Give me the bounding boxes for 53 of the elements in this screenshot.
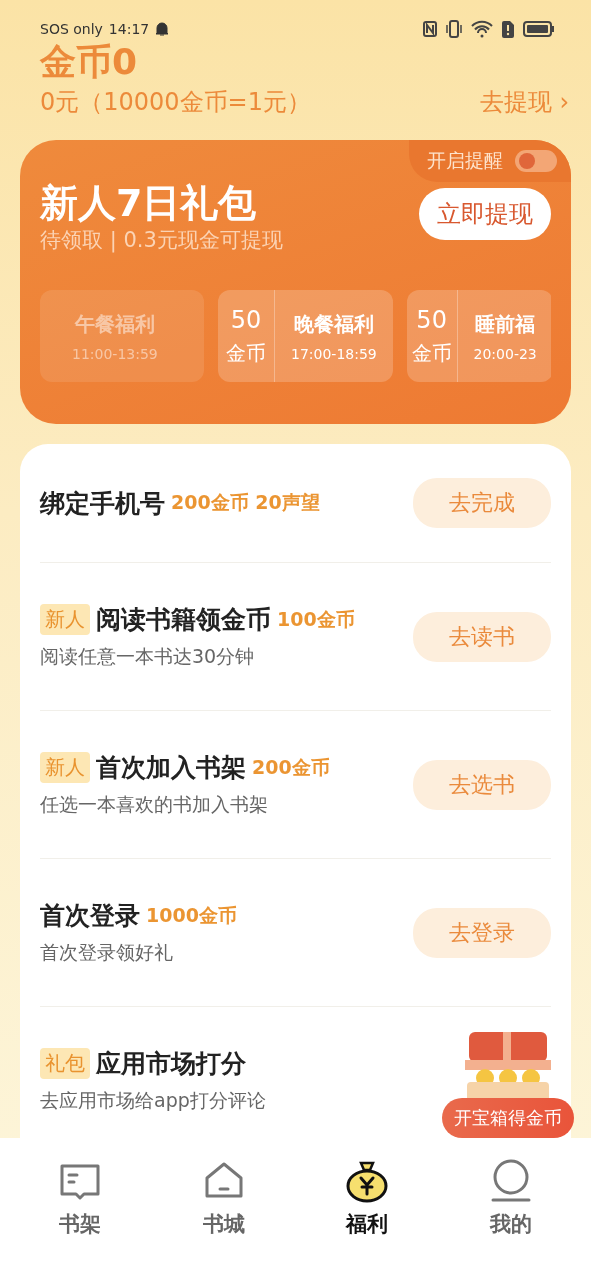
bell-icon — [155, 21, 170, 37]
task-title: 阅读书籍领金币 — [96, 604, 271, 636]
chest-badge[interactable]: 开宝箱得金币 — [442, 1098, 574, 1138]
reward-slot[interactable]: 50 金币 睡前福 20:00-23 — [406, 290, 551, 382]
clock: 14:17 — [108, 21, 150, 37]
nav-tab[interactable]: 我的 — [456, 1158, 567, 1238]
task-reward: 1000金币 — [146, 902, 237, 928]
slot-name: 午餐福利 — [74, 310, 155, 338]
task-tag: 礼包 — [40, 1048, 90, 1079]
coin-balance: 金币0 — [40, 40, 139, 84]
task-reward: 100金币 — [277, 606, 355, 632]
reminder-label: 开启提醒 — [427, 148, 503, 173]
sim-alert-icon — [501, 20, 515, 38]
task-reward: 200金币 — [252, 754, 330, 780]
task-button[interactable]: 去读书 — [413, 611, 551, 662]
reward-slot[interactable]: 50 金币 晚餐福利 17:00-18:59 — [218, 290, 393, 382]
slot-unit: 金币 — [226, 339, 266, 367]
task-button[interactable]: 去登录 — [413, 907, 551, 958]
wifi-icon — [471, 20, 493, 38]
task-button[interactable]: 去选书 — [413, 759, 551, 810]
vibrate-icon — [445, 20, 463, 38]
task-tag: 新人 — [40, 604, 90, 635]
gift-subtitle: 待领取 | 0.3元现金可提现 — [40, 227, 283, 254]
task-title: 首次加入书架 — [96, 752, 246, 784]
task-description: 去应用市场给app打分评论 — [40, 1088, 266, 1113]
task-description: 阅读任意一本书达30分钟 — [40, 644, 256, 669]
task-description: 任选一本喜欢的书加入书架 — [40, 792, 269, 817]
slot-time: 17:00-18:59 — [291, 345, 377, 362]
withdraw-link[interactable]: 去提现 › — [479, 86, 569, 118]
gift-title: 新人7日礼包 — [40, 180, 258, 226]
task-tag: 新人 — [40, 752, 90, 783]
nav-tab[interactable]: 福利 — [312, 1158, 423, 1238]
slot-amount: 50 — [416, 305, 447, 334]
battery-icon — [523, 20, 555, 38]
task-description: 首次登录领好礼 — [40, 940, 174, 965]
nfc-icon — [423, 21, 437, 37]
slot-unit: 金币 — [411, 339, 452, 367]
slot-name: 晚餐福利 — [293, 310, 374, 338]
carrier-text: SOS only — [40, 21, 103, 37]
task-title: 应用市场打分 — [96, 1048, 246, 1080]
slot-amount: 50 — [230, 305, 262, 334]
task-title: 绑定手机号 — [40, 487, 165, 520]
reminder-toggle[interactable] — [515, 150, 557, 172]
nav-tab[interactable]: 书城 — [168, 1158, 279, 1238]
slot-time: 20:00-23 — [473, 345, 537, 362]
slot-time: 11:00-13:59 — [72, 345, 158, 362]
withdraw-button[interactable]: 立即提现 — [419, 188, 551, 240]
cash-balance: 0元（10000金币=1元） — [40, 87, 311, 118]
task-title: 首次登录 — [40, 900, 140, 932]
slot-name: 睡前福 — [475, 310, 536, 338]
nav-tab[interactable]: 书架 — [24, 1158, 135, 1238]
task-reward: 200金币 20声望 — [171, 490, 320, 515]
task-button[interactable]: 去完成 — [413, 478, 551, 528]
